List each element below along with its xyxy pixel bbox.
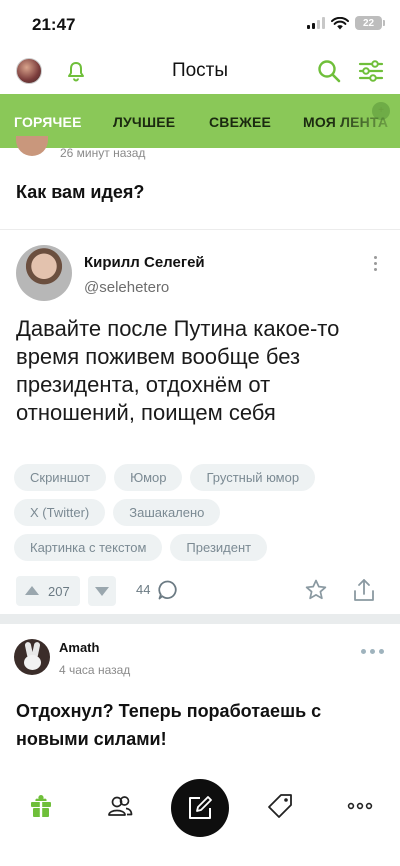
- tab-scroll-indicator: +: [372, 102, 390, 120]
- tab-fresh[interactable]: СВЕЖЕЕ: [209, 114, 271, 130]
- next-post-author[interactable]: Amath: [59, 640, 99, 655]
- arrow-up-icon: [25, 586, 39, 595]
- tweet-author-avatar: [16, 245, 72, 301]
- tag-chip[interactable]: Скриншот: [14, 464, 107, 491]
- more-icon[interactable]: [346, 792, 374, 820]
- upvote-button[interactable]: 207: [16, 576, 80, 606]
- community-icon[interactable]: [106, 792, 134, 820]
- feed-tabs: ГОРЯЧЕЕ ЛУЧШЕЕ СВЕЖЕЕ МОЯ ЛЕНТА +: [0, 94, 400, 148]
- more-horizontal-icon[interactable]: [361, 649, 384, 654]
- battery-level: 22: [362, 17, 375, 29]
- rating-count: 207: [48, 584, 70, 599]
- signal-icon: [307, 17, 325, 29]
- bottom-nav: [0, 770, 400, 866]
- filter-icon[interactable]: [358, 59, 384, 83]
- previous-post-avatar[interactable]: [16, 136, 48, 156]
- next-post-avatar[interactable]: [14, 639, 50, 675]
- new-post-icon: [189, 796, 212, 819]
- tab-hot[interactable]: ГОРЯЧЕЕ: [14, 114, 82, 130]
- status-bar: 21:47 22: [0, 0, 400, 50]
- share-icon[interactable]: [352, 577, 376, 603]
- tag-chip[interactable]: Юмор: [114, 464, 183, 491]
- search-icon[interactable]: [316, 58, 342, 84]
- tweet-author-handle: @selehetero: [84, 279, 170, 296]
- tab-fade: [330, 94, 400, 148]
- tag-icon[interactable]: [266, 792, 294, 820]
- post-tags: Скриншот Юмор Грустный юмор X (Twitter) …: [14, 464, 384, 569]
- arrow-down-icon: [95, 587, 109, 596]
- star-icon[interactable]: [304, 578, 328, 602]
- tag-chip[interactable]: Картинка с текстом: [14, 534, 163, 561]
- new-post-button[interactable]: [171, 779, 229, 837]
- comment-icon[interactable]: [157, 579, 179, 601]
- post-separator: [0, 614, 400, 624]
- tweet-author-name: Кирилл Селегей: [84, 254, 205, 271]
- status-time: 21:47: [32, 15, 76, 34]
- wifi-icon: [331, 16, 349, 29]
- app-header: Посты: [0, 50, 400, 94]
- next-post-title[interactable]: Отдохнул? Теперь поработаешь с новыми си…: [16, 697, 376, 753]
- tag-chip[interactable]: Грустный юмор: [190, 464, 316, 491]
- downvote-button[interactable]: [88, 576, 116, 606]
- previous-post-title[interactable]: Как вам идея?: [16, 182, 144, 203]
- next-post-time: 4 часа назад: [59, 663, 131, 677]
- home-icon[interactable]: [27, 792, 55, 820]
- tag-chip[interactable]: Зашакалено: [113, 499, 221, 526]
- post-actions: 207 44: [0, 574, 400, 608]
- divider: [0, 229, 400, 230]
- tab-best[interactable]: ЛУЧШЕЕ: [113, 114, 175, 130]
- status-indicators: 22: [307, 16, 385, 30]
- tweet-text: Давайте после Путина какое-то время пожи…: [16, 316, 340, 425]
- previous-post-time: 26 минут назад: [60, 146, 146, 160]
- comments-count[interactable]: 44: [136, 582, 150, 597]
- tag-chip[interactable]: Президент: [170, 534, 268, 561]
- more-vertical-icon: [374, 256, 378, 272]
- battery-icon: 22: [355, 16, 385, 30]
- tag-chip[interactable]: X (Twitter): [14, 499, 106, 526]
